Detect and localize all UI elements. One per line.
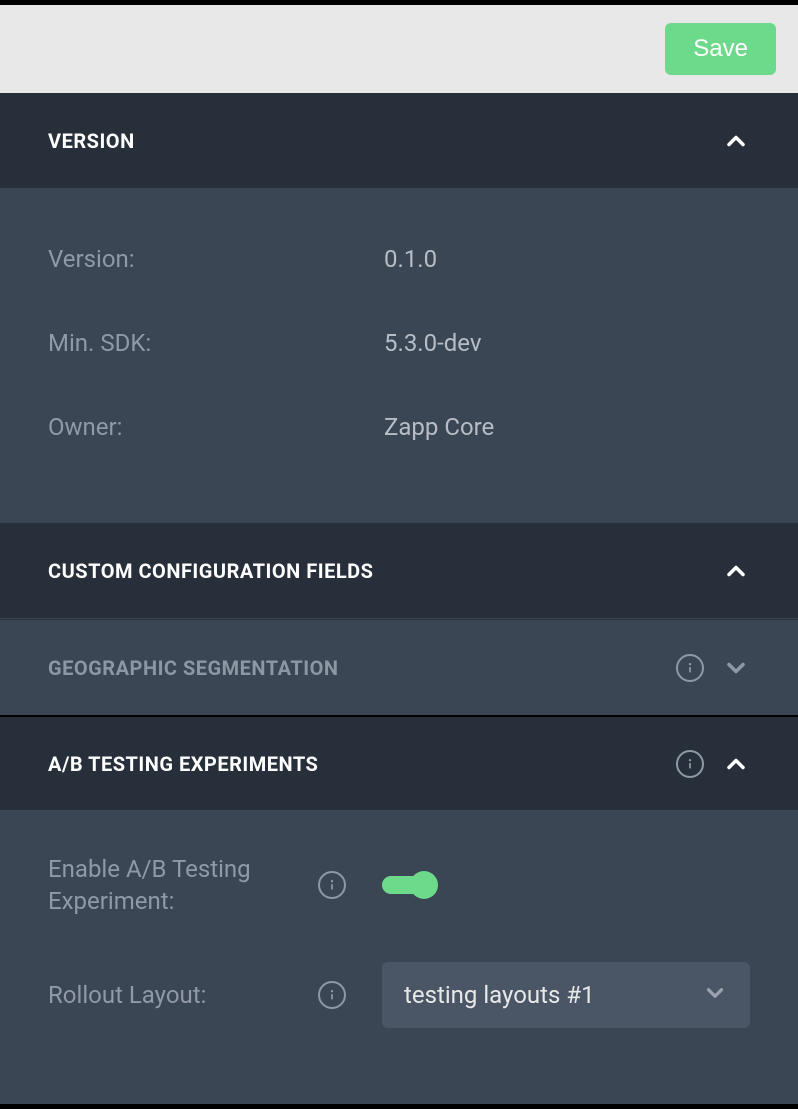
chevron-up-icon[interactable] [722, 127, 750, 155]
field-row-version: Version: 0.1.0 [48, 217, 750, 301]
field-value-owner: Zapp Core [384, 413, 494, 441]
rollout-layout-select[interactable]: testing layouts #1 [382, 962, 750, 1028]
field-label-minsdk: Min. SDK: [48, 329, 384, 357]
section-header-customconfig[interactable]: Custom Configuration Fields [0, 523, 798, 619]
section-header-abtesting[interactable]: A/B Testing Experiments [0, 715, 798, 811]
toggle-knob [410, 871, 438, 899]
rollout-layout-value: testing layouts #1 [404, 981, 595, 1009]
subsection-title-geo: Geographic Segmentation [48, 656, 339, 680]
bottom-divider [0, 1104, 798, 1109]
save-button[interactable]: Save [665, 23, 776, 75]
field-label-owner: Owner: [48, 413, 384, 441]
field-label-rollout: Rollout Layout: [48, 979, 318, 1011]
field-row-rollout: Rollout Layout: testing layouts #1 [48, 940, 750, 1050]
section-title-customconfig: Custom Configuration Fields [48, 559, 373, 583]
chevron-down-icon[interactable] [722, 654, 750, 682]
subsection-header-geo[interactable]: Geographic Segmentation [0, 619, 798, 715]
info-icon[interactable] [318, 981, 346, 1009]
info-icon[interactable] [318, 871, 346, 899]
enable-ab-toggle[interactable] [382, 876, 436, 894]
field-row-enable-ab: Enable A/B Testing Experiment: [48, 831, 750, 940]
field-row-minsdk: Min. SDK: 5.3.0-dev [48, 301, 750, 385]
abtesting-panel: Enable A/B Testing Experiment: Rollout L… [0, 811, 798, 1104]
info-icon[interactable] [676, 750, 704, 778]
field-label-enable-ab: Enable A/B Testing Experiment: [48, 853, 318, 918]
chevron-up-icon[interactable] [722, 557, 750, 585]
section-title-abtesting: A/B Testing Experiments [48, 752, 318, 776]
section-title-version: Version [48, 129, 135, 153]
chevron-up-icon[interactable] [722, 750, 750, 778]
field-label-version: Version: [48, 245, 384, 273]
field-value-minsdk: 5.3.0-dev [384, 329, 482, 357]
version-panel: Version: 0.1.0 Min. SDK: 5.3.0-dev Owner… [0, 189, 798, 523]
field-row-owner: Owner: Zapp Core [48, 385, 750, 469]
info-icon[interactable] [676, 654, 704, 682]
chevron-down-icon [702, 980, 728, 1010]
header-bar: Save [0, 5, 798, 93]
field-value-version: 0.1.0 [384, 245, 437, 273]
section-header-version[interactable]: Version [0, 93, 798, 189]
